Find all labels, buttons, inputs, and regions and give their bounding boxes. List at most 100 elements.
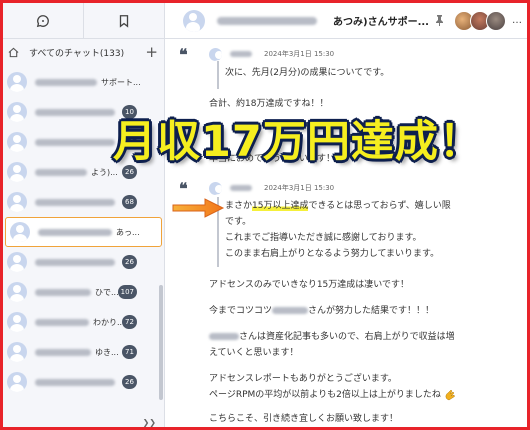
pin-icon[interactable] <box>435 15 444 26</box>
avatar <box>10 222 30 242</box>
blurred-name <box>35 348 91 356</box>
chat-title: あつみ)さんサポー... <box>333 17 429 28</box>
avatar <box>7 342 27 362</box>
message-text: こちらこそ、引き続き宜しくお願い致します！ <box>209 414 399 424</box>
unread-badge: 26 <box>122 255 137 269</box>
message-text: さんは資産化記事も多いので、右肩上がりで収益は増 <box>209 329 455 345</box>
quoted-text: です。 <box>225 217 252 227</box>
chat-bubble-icon <box>36 14 49 27</box>
quoted-text: まさか15万以上達成できるとは思っておらず、嬉しい限 <box>225 198 451 214</box>
blurred-name <box>35 78 97 86</box>
blurred-name <box>230 185 252 191</box>
message-text-part: さんが努力した結果です！！！ <box>308 306 435 316</box>
avatar <box>7 372 27 392</box>
tab-bookmarks[interactable] <box>83 3 164 38</box>
chat-list-item[interactable]: ゆき... 71 <box>3 337 164 367</box>
message-text: ページRPMの平均が以前よりも2倍以上は上がりましたね <box>209 387 456 403</box>
member-avatar <box>485 10 506 31</box>
unread-badge: 26 <box>122 375 137 389</box>
plus-icon[interactable]: + <box>145 44 158 60</box>
message-text: アドセンスレポートもありがとうございます。 <box>209 374 397 384</box>
unread-badge: 72 <box>122 315 137 329</box>
blurred-name <box>35 108 115 116</box>
timestamp: 2024年3月1日 15:30 <box>264 50 335 58</box>
quoted-text-part: できるとは思っておらず、嬉しい限 <box>308 201 451 211</box>
chat-list-item[interactable]: ひで... 107 <box>3 277 164 307</box>
quote-meta: 2024年3月1日 15:30 <box>209 47 509 61</box>
blurred-name <box>230 51 252 57</box>
all-chats-header[interactable]: すべてのチャット(133) + <box>3 39 164 65</box>
blurred-name <box>38 228 112 236</box>
member-avatars[interactable] <box>453 10 506 31</box>
chat-list-item[interactable]: 68 <box>3 187 164 217</box>
quoted-text: 次に、先月(2月分)の成果についてです。 <box>225 68 390 78</box>
avatar <box>7 282 27 302</box>
sidebar-scrollbar[interactable] <box>159 285 163 400</box>
blurred-chat-name <box>217 16 317 25</box>
timestamp: 2024年3月1日 15:30 <box>264 184 335 192</box>
avatar <box>209 181 222 195</box>
chat-list-item-active[interactable]: あっ... <box>5 217 162 247</box>
avatar <box>7 312 27 332</box>
blurred-name <box>272 307 309 314</box>
clap-emoji-icon <box>445 389 455 400</box>
avatar <box>7 102 27 122</box>
quote-bar <box>217 61 219 89</box>
chat-list-item[interactable]: サポート... <box>3 67 164 97</box>
chat-name: ひで... <box>95 287 119 297</box>
unread-badge: 71 <box>122 345 137 359</box>
quote-icon: ❝ <box>179 45 188 64</box>
chat-header: あつみ)さんサポー... … <box>165 3 527 39</box>
blurred-name <box>35 288 91 296</box>
avatar <box>7 252 27 272</box>
sidebar-tabs <box>3 3 164 39</box>
blurred-name <box>35 138 115 146</box>
message-area: ❝ 2024年3月1日 15:30 次に、先月(2月分)の成果についてです。 合… <box>165 39 527 427</box>
message-text-part: さんは資産化記事も多いので、右肩上がりで収益は増 <box>239 332 455 342</box>
screenshot-frame: すべてのチャット(133) + サポート... 10 10 よう)... 26 … <box>0 0 530 430</box>
blurred-name <box>35 318 89 326</box>
avatar <box>7 72 27 92</box>
chat-avatar[interactable] <box>183 9 205 32</box>
arrow-icon <box>172 198 225 218</box>
overlay-headline: 月収17万円達成！ <box>113 117 483 167</box>
highlighted-text: 15万以上達成 <box>252 201 309 211</box>
avatar <box>7 132 27 152</box>
sidebar: すべてのチャット(133) + サポート... 10 10 よう)... 26 … <box>3 3 165 427</box>
chat-name: あっ... <box>116 227 140 237</box>
home-icon <box>8 47 19 57</box>
blurred-name <box>35 378 115 386</box>
chat-name: ゆき... <box>95 347 119 357</box>
unread-badge: 107 <box>117 285 137 299</box>
quoted-message-header: ❝ 2024年3月1日 15:30 <box>179 179 509 198</box>
chat-list-item[interactable]: わかり... 72 <box>3 307 164 337</box>
tab-chats[interactable] <box>3 3 83 38</box>
sidebar-footer: ❯❯ <box>3 417 164 427</box>
avatar <box>7 192 27 212</box>
message-text: えていくと思います！ <box>209 348 299 358</box>
blurred-name <box>35 198 115 206</box>
blurred-name <box>209 333 239 340</box>
all-chats-label: すべてのチャット(133) <box>29 48 125 59</box>
blurred-name <box>35 258 115 266</box>
more-icon[interactable]: … <box>512 15 522 26</box>
blurred-name <box>35 168 87 176</box>
message-text-part: 今までコツコツ <box>209 306 273 316</box>
message-text: 今までコツコツ さんが努力した結果です！！！ <box>209 303 434 319</box>
bookmark-icon <box>119 14 129 28</box>
chat-name: サポート... <box>101 77 141 87</box>
unread-badge: 68 <box>122 195 137 209</box>
chat-list-item[interactable]: 26 <box>3 367 164 397</box>
quoted-text-part: まさか <box>225 201 253 211</box>
quote-meta: 2024年3月1日 15:30 <box>209 181 509 195</box>
avatar <box>209 47 222 61</box>
chat-name: わかり... <box>93 317 125 327</box>
chevrons-icon[interactable]: ❯❯ <box>143 418 156 427</box>
quoted-text: これまでご指導いただき誠に感謝しております。 <box>225 233 422 243</box>
avatar <box>7 162 27 182</box>
quoted-message-header: ❝ 2024年3月1日 15:30 <box>179 45 509 64</box>
quoted-text: このまま右肩上がりとなるよう努力してまいります。 <box>225 249 440 259</box>
message-text: アドセンスのみでいきなり15万達成は凄いです！ <box>209 280 410 290</box>
chat-list-item[interactable]: 26 <box>3 247 164 277</box>
message-text-part: ページRPMの平均が以前よりも2倍以上は上がりましたね <box>209 390 441 400</box>
